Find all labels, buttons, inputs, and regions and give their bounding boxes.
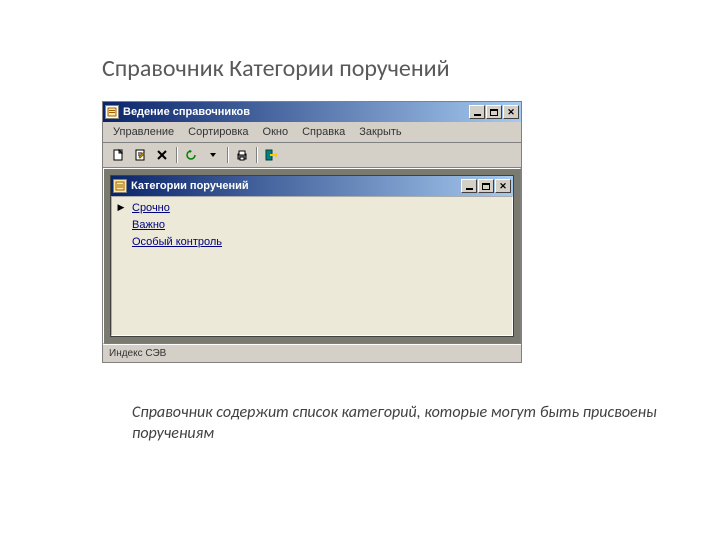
inner-window: Категории поручений ✕ ▶ Срочно Важно	[110, 175, 514, 337]
inner-window-controls: ✕	[461, 179, 511, 193]
list-item[interactable]: Особый контроль	[114, 233, 510, 250]
page-title: Справочник Категории поручений	[0, 0, 720, 101]
titlebar: Ведение справочников ✕	[103, 102, 521, 122]
description-text: Справочник содержит список категорий, ко…	[0, 363, 720, 445]
separator	[176, 147, 177, 163]
mdi-area: Категории поручений ✕ ▶ Срочно Важно	[103, 168, 521, 344]
list-item[interactable]: Важно	[114, 216, 510, 233]
list-item[interactable]: ▶ Срочно	[114, 199, 510, 216]
outer-window: Ведение справочников ✕ Управление Сортир…	[102, 101, 522, 363]
maximize-button[interactable]	[478, 179, 494, 193]
toolbar	[103, 143, 521, 168]
print-icon[interactable]	[231, 145, 253, 165]
category-label[interactable]: Срочно	[128, 202, 170, 214]
category-label[interactable]: Важно	[128, 219, 165, 231]
window-title: Ведение справочников	[123, 106, 250, 118]
maximize-button[interactable]	[486, 105, 502, 119]
status-text: Индекс СЭВ	[109, 348, 166, 359]
menu-item[interactable]: Управление	[107, 124, 180, 140]
dictionary-icon	[113, 179, 127, 193]
close-button[interactable]: ✕	[503, 105, 519, 119]
separator	[227, 147, 228, 163]
minimize-button[interactable]	[469, 105, 485, 119]
down-arrow-icon[interactable]	[202, 145, 224, 165]
delete-icon[interactable]	[151, 145, 173, 165]
separator	[256, 147, 257, 163]
close-button[interactable]: ✕	[495, 179, 511, 193]
menu-item[interactable]: Окно	[257, 124, 295, 140]
edit-icon[interactable]	[129, 145, 151, 165]
menu-item[interactable]: Сортировка	[182, 124, 254, 140]
menu-bar: Управление Сортировка Окно Справка Закры…	[103, 122, 521, 143]
inner-titlebar: Категории поручений ✕	[111, 176, 513, 196]
menu-item[interactable]: Закрыть	[353, 124, 407, 140]
menu-item[interactable]: Справка	[296, 124, 351, 140]
refresh-icon[interactable]	[180, 145, 202, 165]
app-icon	[105, 105, 119, 119]
status-bar: Индекс СЭВ	[103, 344, 521, 362]
category-list: ▶ Срочно Важно Особый контроль	[111, 196, 513, 336]
inner-window-title: Категории поручений	[131, 180, 249, 192]
current-row-indicator-icon: ▶	[114, 202, 128, 213]
window-controls: ✕	[469, 105, 519, 119]
minimize-button[interactable]	[461, 179, 477, 193]
new-file-icon[interactable]	[107, 145, 129, 165]
exit-icon[interactable]	[260, 145, 282, 165]
category-label[interactable]: Особый контроль	[128, 236, 222, 248]
